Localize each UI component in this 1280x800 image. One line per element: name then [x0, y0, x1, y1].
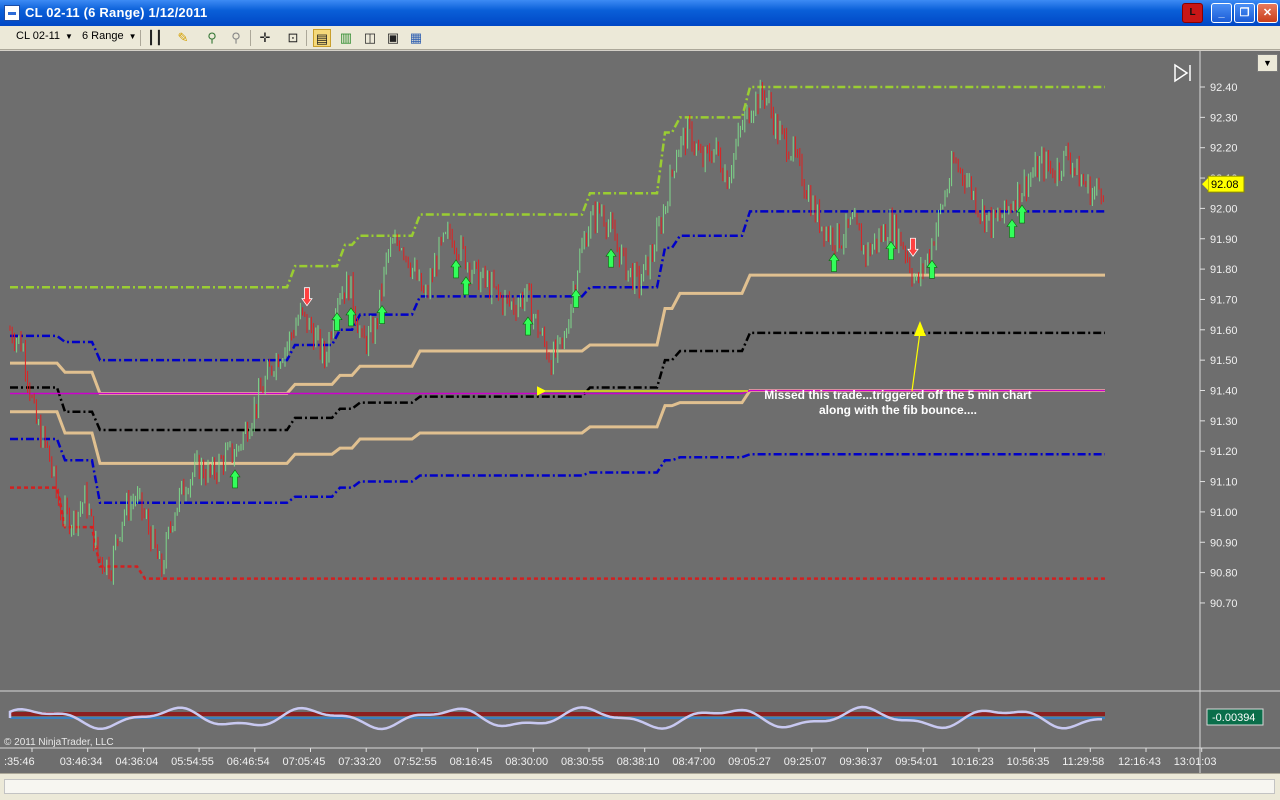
y-tick-label: 91.30	[1210, 416, 1238, 428]
price-chart[interactable]: Missed this trade...triggered off the 5 …	[0, 51, 1280, 773]
strategies-icon[interactable]: ◫	[361, 29, 379, 47]
x-tick-label: 08:30:55	[561, 756, 604, 768]
close-button[interactable]: ✕	[1257, 3, 1278, 23]
x-tick-label: 04:36:04	[115, 756, 158, 768]
buy-signal-arrow-icon	[605, 248, 617, 268]
x-tick-label: 08:30:00	[505, 756, 548, 768]
chart-toolbar: CL 02-11 ▼ 6 Range ▼ ┃┃ ✎ ⚲ ⚲ ✛ ⊡ ▤ ▥ ◫ ▣ …	[0, 26, 1280, 50]
y-tick-label: 91.70	[1210, 294, 1238, 306]
y-tick-label: 90.90	[1210, 537, 1238, 549]
minimize-button[interactable]: _	[1211, 3, 1232, 23]
y-tick-label: 92.30	[1210, 112, 1238, 124]
x-tick-label: 09:05:27	[728, 756, 771, 768]
period-label: 6 Range	[82, 30, 124, 42]
bar-style-icon[interactable]: ┃┃	[146, 29, 164, 47]
x-tick-label: 10:56:35	[1007, 756, 1050, 768]
x-tick-label: :35:46	[4, 756, 35, 768]
x-tick-label: 07:52:55	[394, 756, 437, 768]
chart-panel[interactable]: Missed this trade...triggered off the 5 …	[0, 51, 1280, 773]
annotation-text-line-2: along with the fib bounce....	[819, 403, 977, 417]
zoom-icon[interactable]: ⊡	[284, 29, 302, 47]
y-tick-label: 91.40	[1210, 386, 1238, 398]
y-tick-label: 91.00	[1210, 507, 1238, 519]
templates-icon[interactable]: ▦	[407, 29, 425, 47]
buy-signal-arrow-icon	[1006, 218, 1018, 238]
x-tick-label: 12:16:43	[1118, 756, 1161, 768]
x-tick-label: 03:46:34	[60, 756, 103, 768]
buy-signal-arrow-icon	[229, 469, 241, 489]
y-tick-label: 91.80	[1210, 264, 1238, 276]
crosshair-icon[interactable]: ✛	[256, 29, 274, 47]
x-tick-label: 09:25:07	[784, 756, 827, 768]
buy-signal-arrow-icon	[450, 259, 462, 279]
chevron-down-icon: ▼	[128, 31, 137, 41]
annotation-text-line-1: Missed this trade...triggered off the 5 …	[764, 388, 1031, 402]
link-button[interactable]: L	[1182, 3, 1203, 23]
annotation-arrowhead	[914, 321, 926, 336]
x-tick-label: 07:33:20	[338, 756, 381, 768]
annotation-arrow	[911, 331, 921, 392]
copyright-text: © 2011 NinjaTrader, LLC	[4, 737, 114, 748]
level-line-3	[10, 273, 1105, 396]
x-tick-label: 08:38:10	[617, 756, 660, 768]
oscillator-histogram	[10, 712, 1105, 716]
buy-signal-arrow-icon	[345, 307, 357, 327]
properties-icon[interactable]: ▣	[384, 29, 402, 47]
current-price-label: 92.08	[1211, 179, 1239, 191]
x-tick-label: 13:01:03	[1174, 756, 1217, 768]
window-title: CL 02-11 (6 Range) 1/12/2011	[25, 5, 208, 20]
x-tick-label: 08:47:00	[672, 756, 715, 768]
level-line-8	[10, 486, 1105, 580]
y-tick-label: 92.00	[1210, 203, 1238, 215]
y-tick-label: 91.50	[1210, 355, 1238, 367]
buy-signal-arrow-icon	[1016, 204, 1028, 224]
x-tick-label: 11:29:58	[1062, 756, 1104, 768]
sell-signal-arrow-icon	[907, 237, 919, 257]
draw-tool-disabled-icon[interactable]: ⚲	[227, 29, 245, 47]
x-tick-label: 06:46:54	[227, 756, 270, 768]
oscillator-value-label: -0.00394	[1212, 712, 1255, 724]
level-line-1	[10, 85, 1105, 289]
buy-signal-arrow-icon	[828, 253, 840, 272]
period-selector[interactable]: 6 Range ▼	[82, 30, 137, 46]
x-tick-label: 10:16:23	[951, 756, 994, 768]
maximize-button[interactable]: ❐	[1234, 3, 1255, 23]
play-forward-icon[interactable]	[1174, 63, 1189, 83]
horizontal-scrollbar[interactable]	[0, 773, 1280, 800]
scrollbar-track[interactable]	[4, 779, 1275, 794]
y-tick-label: 91.60	[1210, 325, 1238, 337]
toolbar-divider	[250, 30, 251, 46]
toolbar-divider	[306, 30, 307, 46]
y-tick-label: 91.10	[1210, 477, 1238, 489]
chevron-down-icon[interactable]: ▼	[1257, 54, 1278, 72]
current-price-pointer	[1202, 178, 1208, 191]
y-tick-label: 92.20	[1210, 143, 1238, 155]
y-tick-label: 91.20	[1210, 446, 1238, 458]
data-box-icon[interactable]: ▤	[313, 29, 331, 47]
y-tick-label: 91.90	[1210, 234, 1238, 246]
pencil-icon[interactable]: ✎	[174, 29, 192, 47]
y-tick-label: 90.70	[1210, 598, 1238, 610]
indicators-icon[interactable]: ▥	[337, 29, 355, 47]
chevron-down-icon: ▼	[65, 31, 73, 41]
x-tick-label: 09:54:01	[895, 756, 938, 768]
buy-signal-arrow-icon	[570, 288, 582, 308]
y-tick-label: 92.40	[1210, 82, 1238, 94]
app-icon[interactable]	[4, 5, 20, 21]
x-tick-label: 07:05:45	[283, 756, 326, 768]
title-bar: CL 02-11 (6 Range) 1/12/2011 L _ ❐ ✕	[0, 0, 1280, 26]
x-tick-label: 05:54:55	[171, 756, 214, 768]
x-tick-label: 08:16:45	[450, 756, 493, 768]
draw-tool-icon[interactable]: ⚲	[203, 29, 221, 47]
x-tick-label: 09:36:37	[840, 756, 883, 768]
instrument-selector[interactable]: CL 02-11 ▼	[16, 30, 73, 46]
instrument-label: CL 02-11	[16, 30, 61, 42]
sell-signal-arrow-icon	[301, 287, 313, 307]
level-line-6	[10, 437, 1105, 505]
y-tick-label: 90.80	[1210, 568, 1238, 580]
toolbar-divider	[140, 30, 141, 46]
